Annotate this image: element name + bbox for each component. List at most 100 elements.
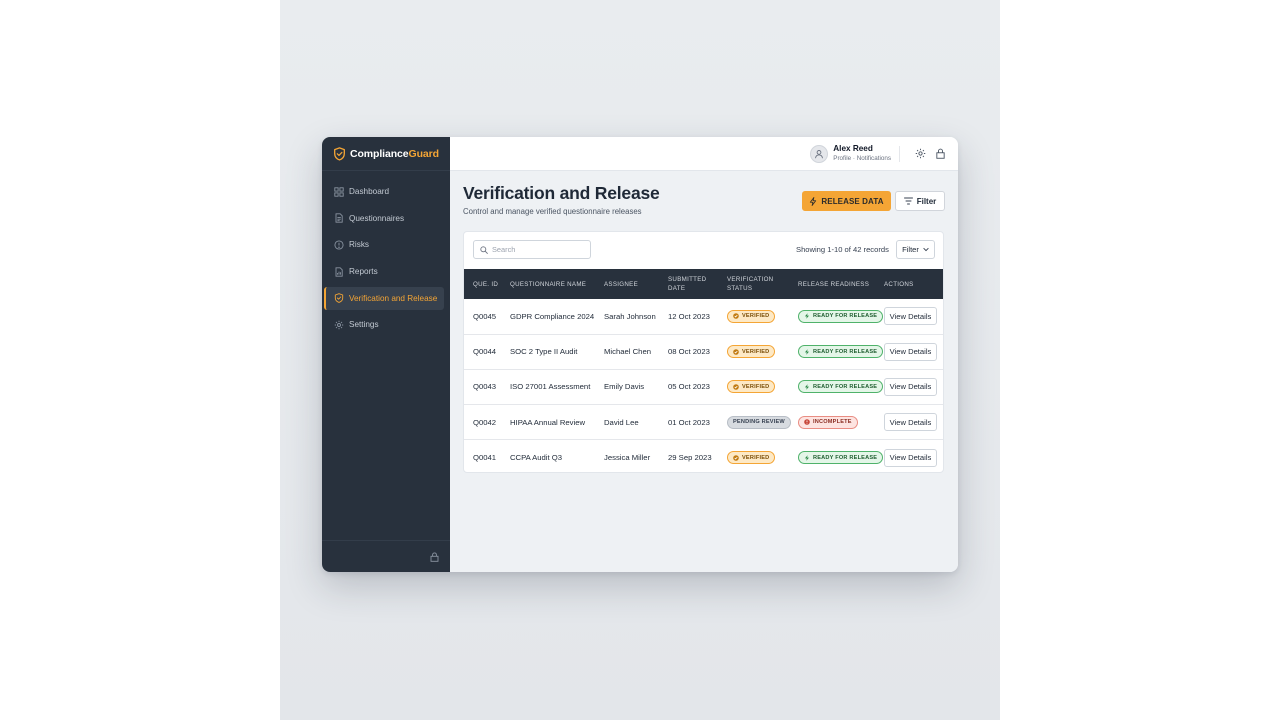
sidebar-item-questionnaires[interactable]: Questionnaires: [324, 207, 444, 230]
verified-badge: VERIFIED: [727, 345, 776, 359]
table-row[interactable]: Q0041 CCPA Audit Q3 Jessica Miller 29 Se…: [464, 440, 943, 472]
verification-status-cell: VERIFIED: [718, 369, 789, 404]
gear-icon: [334, 320, 344, 330]
column-header[interactable]: VERIFICATION STATUS: [718, 269, 789, 299]
questionnaire-table: QUE. ID QUESTIONNAIRE NAME ASSIGNEE SUBM…: [464, 269, 943, 472]
table-row[interactable]: Q0045 GDPR Compliance 2024 Sarah Johnson…: [464, 299, 943, 335]
ready-badge: READY FOR RELEASE: [798, 451, 884, 465]
page-title: Verification and Release: [463, 183, 660, 203]
submitted-date-cell: 29 Sep 2023: [668, 453, 712, 463]
sidebar-item-settings[interactable]: Settings: [324, 313, 444, 336]
questionnaire-name-cell: GDPR Compliance 2024: [510, 311, 595, 321]
view-details-button[interactable]: View Details: [884, 448, 937, 467]
column-header[interactable]: ASSIGNEE: [595, 269, 659, 299]
user-menu[interactable]: Alex Reed Profile · Notifications: [810, 144, 891, 163]
assignee-cell: David Lee: [604, 417, 639, 427]
ready-badge: READY FOR RELEASE: [798, 309, 884, 323]
filter-button[interactable]: Filter: [895, 191, 945, 211]
user-links[interactable]: Profile · Notifications: [833, 154, 891, 163]
questionnaire-name-cell: ISO 27001 Assessment: [510, 382, 591, 392]
lock-button[interactable]: [934, 148, 946, 160]
avatar[interactable]: [810, 144, 829, 163]
que-id-cell: Q0044: [473, 347, 497, 357]
lightning-icon: [804, 349, 809, 355]
que-id-cell: Q0041: [473, 453, 497, 463]
lightning-icon: [804, 313, 809, 320]
verified-badge: VERIFIED: [727, 451, 776, 465]
shield-check-icon: [733, 384, 739, 390]
page-header: Verification and Release Control and man…: [463, 183, 660, 216]
verified-badge: VERIFIED: [727, 309, 776, 323]
gear-icon: [915, 148, 925, 159]
column-header[interactable]: SUBMITTED DATE: [659, 269, 718, 299]
search-box[interactable]: [473, 240, 591, 259]
column-header[interactable]: QUESTIONNAIRE NAME: [501, 269, 595, 299]
shield-check-icon: [334, 293, 344, 304]
table-row[interactable]: Q0043 ISO 27001 Assessment Emily Davis 0…: [464, 369, 943, 405]
table-row[interactable]: Q0042 HIPAA Annual Review David Lee 01 O…: [464, 405, 943, 440]
app-window: ComplianceGuard Dashboard Questionnaires…: [322, 137, 958, 572]
main-content: Alex Reed Profile · Notifications Verifi…: [450, 137, 958, 572]
sidebar-item-verification-and-release[interactable]: Verification and Release: [324, 286, 444, 310]
actions-cell: View Details: [875, 440, 943, 472]
release-data-label: RELEASE DATA: [821, 196, 884, 206]
table-row[interactable]: Q0044 SOC 2 Type II Audit Michael Chen 0…: [464, 334, 943, 370]
column-header[interactable]: QUE. ID: [464, 269, 501, 299]
lightning-icon: [804, 384, 809, 390]
sidebar-nav: Dashboard Questionnaires Risks Reports V…: [322, 171, 450, 340]
view-details-button[interactable]: View Details: [884, 377, 937, 396]
lock-icon: [935, 148, 945, 159]
filter-label: Filter: [916, 196, 937, 206]
submitted-date-cell: 08 Oct 2023: [668, 347, 710, 357]
document-icon: [335, 213, 343, 223]
verification-status-cell: VERIFIED: [718, 334, 789, 369]
search-input[interactable]: [492, 245, 582, 254]
que-id-cell: Q0043: [473, 382, 497, 392]
sidebar-item-label: Questionnaires: [349, 213, 405, 223]
pending-review-badge: PENDING REVIEW: [727, 415, 791, 429]
sidebar-item-label: Verification and Release: [349, 293, 438, 303]
table-header-row: QUE. ID QUESTIONNAIRE NAME ASSIGNEE SUBM…: [464, 269, 943, 299]
user-name: Alex Reed: [833, 144, 873, 153]
assignee-cell: Sarah Johnson: [604, 311, 656, 321]
top-bar: Alex Reed Profile · Notifications: [450, 137, 958, 171]
report-icon: [335, 266, 343, 277]
lock-icon[interactable]: [430, 551, 439, 562]
view-details-button[interactable]: View Details: [884, 413, 937, 432]
view-details-button[interactable]: View Details: [884, 342, 937, 361]
sidebar-item-label: Dashboard: [349, 187, 390, 196]
divider: [899, 145, 900, 162]
search-icon: [480, 245, 488, 254]
user-icon: [815, 149, 824, 158]
verified-badge: VERIFIED: [727, 380, 776, 394]
sidebar-item-dashboard[interactable]: Dashboard: [324, 180, 444, 203]
page-subtitle: Control and manage verified questionnair…: [463, 207, 642, 216]
view-details-button[interactable]: View Details: [884, 307, 937, 326]
actions-cell: View Details: [875, 369, 943, 404]
brand-logo[interactable]: ComplianceGuard: [322, 137, 450, 171]
release-readiness-cell: READY FOR RELEASE: [789, 369, 884, 404]
shield-check-icon: [334, 146, 345, 161]
filter-select-label: Filter: [902, 245, 919, 254]
actions-cell: View Details: [875, 299, 943, 334]
column-header[interactable]: RELEASE READINESS: [789, 269, 875, 299]
ready-badge: READY FOR RELEASE: [798, 345, 884, 359]
brand-name: ComplianceGuard: [350, 147, 439, 160]
sidebar-item-label: Settings: [349, 320, 379, 330]
sidebar-item-risks[interactable]: Risks: [324, 233, 444, 256]
actions-cell: View Details: [875, 334, 943, 369]
questionnaire-name-cell: HIPAA Annual Review: [510, 417, 586, 427]
sidebar-item-reports[interactable]: Reports: [324, 260, 444, 283]
que-id-cell: Q0042: [473, 417, 497, 427]
questionnaire-name-cell: CCPA Audit Q3: [510, 453, 562, 463]
sidebar-item-label: Reports: [349, 267, 378, 277]
filter-select[interactable]: Filter: [896, 240, 935, 259]
release-readiness-cell: READY FOR RELEASE: [789, 299, 884, 334]
settings-button[interactable]: [914, 148, 926, 160]
sidebar-item-label: Risks: [349, 240, 370, 250]
assignee-cell: Emily Davis: [604, 382, 645, 392]
verification-status-cell: VERIFIED: [718, 299, 789, 334]
release-data-button[interactable]: RELEASE DATA: [802, 191, 891, 211]
filter-icon: [903, 197, 913, 205]
que-id-cell: Q0045: [473, 311, 497, 321]
